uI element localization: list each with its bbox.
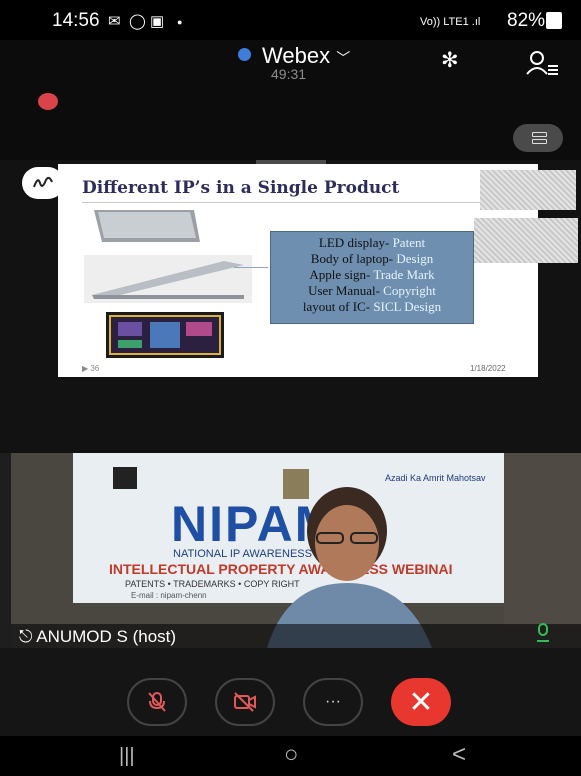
whatsapp-icon: ◯ <box>129 13 146 30</box>
laptop-image <box>90 208 202 246</box>
ip-item: layout of IC- SICL Design <box>302 299 442 314</box>
camera-off-icon <box>234 692 256 712</box>
network-status: Vo)) LTE1 .ıl <box>420 16 481 28</box>
annotate-button[interactable] <box>22 167 64 199</box>
ip-item: Body of laptop- Design <box>310 251 434 266</box>
ip-item: User Manual- Copyright <box>308 283 436 298</box>
home-button[interactable]: ○ <box>284 741 299 769</box>
status-time: 14:56 <box>52 10 100 31</box>
ip-logo <box>113 467 137 489</box>
close-icon: ✕ <box>408 685 434 719</box>
layout-button[interactable] <box>513 124 563 152</box>
laptop-side-image <box>84 255 252 303</box>
share-indicator-icon: ⎋ <box>19 627 33 646</box>
recents-button[interactable]: ||| <box>119 745 135 768</box>
ip-item: LED display- Patent <box>318 235 426 250</box>
more-options-button[interactable]: ··· <box>303 678 363 726</box>
start-video-button[interactable] <box>215 678 275 726</box>
more-icon: ··· <box>325 693 341 710</box>
chevron-down-icon: ﹀ <box>336 50 351 66</box>
meeting-timer: 49:31 <box>271 66 307 82</box>
slide-title-rule <box>82 202 490 203</box>
redacted-area <box>474 218 578 263</box>
back-button[interactable]: < <box>452 741 466 769</box>
slide-title: Different IP’s in a Single Product <box>82 178 400 198</box>
video-background <box>504 453 581 625</box>
speaking-indicator-icon <box>536 623 550 643</box>
battery-icon <box>546 12 562 29</box>
ip-types-box: LED display- Patent Body of laptop- Desi… <box>270 231 474 324</box>
mail-icon: ✉ <box>108 13 121 30</box>
participants-icon[interactable] <box>526 50 560 81</box>
host-name: ⎋ ANUMOD S (host) <box>19 627 177 646</box>
mic-off-icon <box>148 692 166 712</box>
secure-shield-icon <box>238 48 251 61</box>
banner-email: E-mail : nipam-chenn <box>131 591 207 600</box>
ic-layout-image <box>106 312 224 358</box>
azadi-badge: Azadi Ka Amrit Mahotsav <box>385 473 486 483</box>
slide-number: ▶ 36 <box>82 364 100 373</box>
end-call-button[interactable]: ✕ <box>391 678 451 726</box>
ip-item: Apple sign- Trade Mark <box>309 267 435 282</box>
image-icon: ▣ <box>150 13 165 30</box>
call-controls <box>0 648 581 736</box>
pointer-arrow <box>234 267 268 268</box>
self-muted-icon <box>38 93 58 110</box>
unmute-button[interactable] <box>127 678 187 726</box>
bluetooth-audio-icon[interactable]: ✻ <box>441 48 459 73</box>
host-video[interactable]: Azadi Ka Amrit Mahotsav NIPAM NATIONAL I… <box>11 453 581 648</box>
battery-percent: 82% <box>507 10 546 31</box>
redacted-area <box>480 170 576 210</box>
meeting-title-label: Webex <box>262 43 331 68</box>
dot-icon: ● <box>177 17 183 27</box>
slide-date: 1/18/2022 <box>470 364 506 373</box>
